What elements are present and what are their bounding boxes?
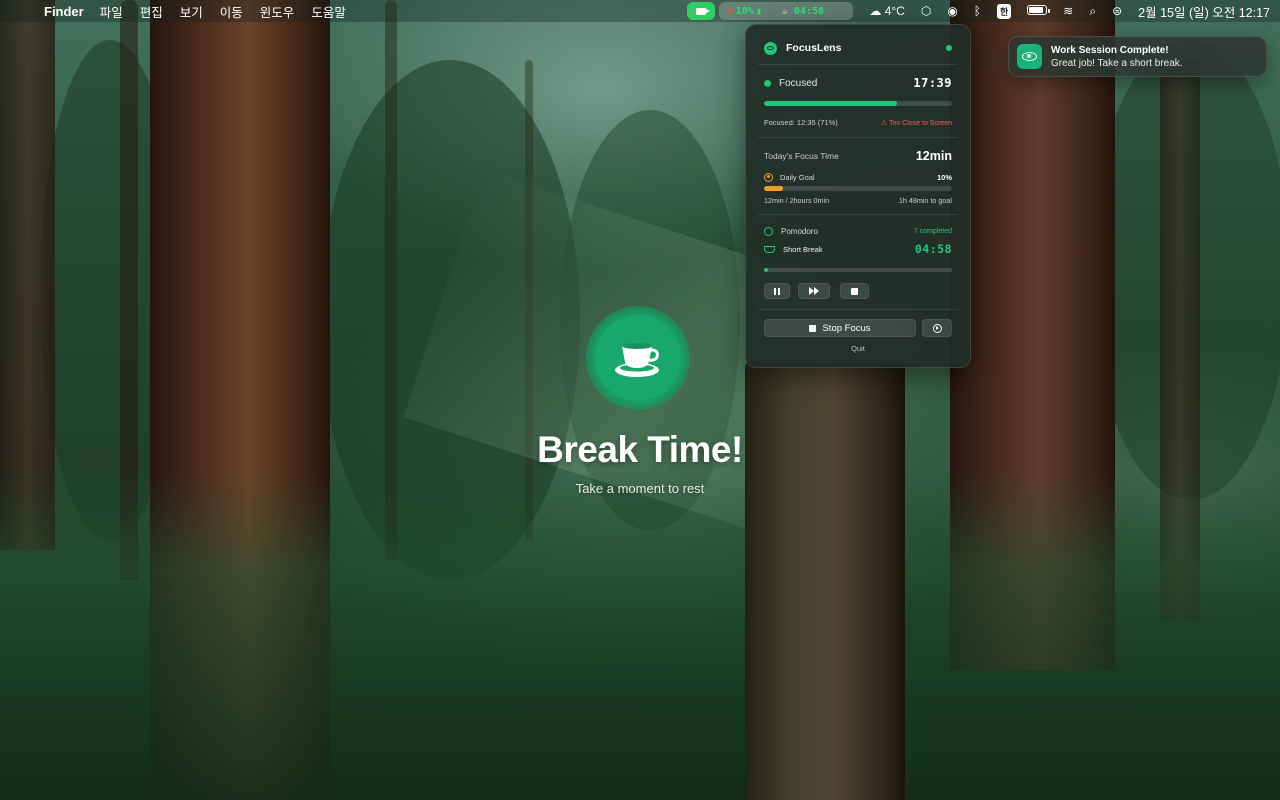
box-icon[interactable]: ⬡ — [921, 4, 931, 18]
input-source-label: 한 — [997, 3, 1012, 19]
focuslens-eye-icon — [764, 41, 777, 55]
focuslens-status-item[interactable]: ▮ 10% ▮ ☕ 04:58 — [719, 2, 854, 20]
break-subtitle: Take a moment to rest — [575, 481, 705, 496]
input-source-item[interactable]: 한 — [997, 3, 1012, 19]
pomodoro-completed: 7 completed — [913, 227, 952, 235]
record-icon[interactable]: ◉ — [947, 4, 957, 18]
bluetooth-icon[interactable]: ᛒ — [974, 4, 981, 18]
skip-forward-icon — [809, 287, 819, 295]
focus-progress-bar — [764, 101, 952, 106]
menu-help[interactable]: 도움말 — [311, 2, 346, 21]
low-battery-icon: ▮ — [727, 6, 733, 16]
battery-icon[interactable] — [1027, 4, 1051, 18]
posture-warning-icon: ⚠ — [880, 119, 888, 127]
spotlight-search-icon[interactable]: ⌕ — [1089, 4, 1096, 19]
menu-file[interactable]: 파일 — [100, 2, 123, 21]
pause-button[interactable] — [764, 283, 790, 299]
skip-button[interactable] — [798, 283, 830, 299]
coffee-cup-icon — [764, 245, 775, 253]
daily-goal-progress-bar — [764, 186, 952, 191]
menu-bar-clock[interactable]: 2월 15일 (일) 오전 12:17 — [1138, 2, 1270, 21]
timer-icon — [764, 226, 773, 236]
active-status-dot — [946, 45, 952, 51]
wifi-icon[interactable]: ≋ — [1063, 4, 1073, 18]
focus-status-label: Focused — [779, 77, 818, 89]
stop-icon — [809, 324, 817, 332]
pomodoro-label: Pomodoro — [781, 226, 818, 236]
stop-icon — [851, 287, 858, 295]
status-timer-text: 04:58 — [793, 5, 824, 17]
daily-goal-label: Daily Goal — [780, 172, 815, 182]
focus-session-time: 17:39 — [913, 76, 952, 90]
app-menu-finder[interactable]: Finder — [44, 4, 84, 19]
pause-icon — [774, 287, 780, 295]
menu-bar: Finder 파일 편집 보기 이동 윈도우 도움말 ▮ 10% ▮ ☕ 04:… — [0, 0, 1280, 22]
target-icon — [764, 172, 773, 182]
goal-detail-right: 1h 48min to goal — [898, 196, 952, 205]
notification-title: Work Session Complete! — [1051, 44, 1169, 56]
start-session-button[interactable] — [922, 319, 952, 337]
menu-window[interactable]: 윈도우 — [260, 2, 295, 21]
control-center-icon[interactable]: ⊜ — [1112, 4, 1122, 18]
daily-goal-percent: 10% — [936, 172, 952, 182]
panel-title: FocusLens — [786, 42, 842, 54]
notification-banner[interactable]: Work Session Complete! Great job! Take a… — [1008, 36, 1267, 77]
menu-view[interactable]: 보기 — [180, 2, 203, 21]
coffee-cup-icon: ☕ — [781, 5, 788, 17]
focused-detail: Focused: 12:35 (71%) — [764, 118, 838, 127]
phase-countdown: 04:58 — [914, 242, 952, 256]
menu-go[interactable]: 이동 — [220, 2, 243, 21]
goal-detail-left: 12min / 2hours 0min — [764, 196, 830, 205]
focused-status-dot — [764, 79, 771, 87]
today-focus-label: Today's Focus Time — [764, 151, 839, 161]
phase-progress-bar — [764, 268, 952, 272]
posture-warning: ⚠ Too Close to Screen — [880, 119, 952, 127]
quit-button[interactable]: Quit — [746, 344, 970, 353]
focuslens-popover: FocusLens Focused 17:39 Focused: 12:35 (… — [745, 24, 971, 368]
camera-in-use-icon[interactable] — [687, 2, 716, 20]
stop-focus-button[interactable]: Stop Focus — [764, 319, 916, 337]
notification-body: Great job! Take a short break. — [1051, 57, 1183, 69]
today-focus-value: 12min — [915, 149, 952, 163]
status-battery-text: 10% — [735, 5, 754, 17]
weather-item[interactable]: ☁ 4°C — [869, 4, 904, 18]
menu-edit[interactable]: 편집 — [140, 2, 163, 21]
focuslens-app-icon — [1017, 44, 1042, 69]
coffee-cup-icon — [615, 343, 659, 377]
cloud-moon-icon: ☁ — [869, 4, 882, 18]
phase-label: Short Break — [783, 244, 823, 254]
stop-pomodoro-button[interactable] — [840, 283, 869, 299]
break-coffee-badge — [586, 306, 690, 410]
play-circle-icon — [932, 323, 942, 333]
break-title: Break Time! — [537, 429, 743, 470]
